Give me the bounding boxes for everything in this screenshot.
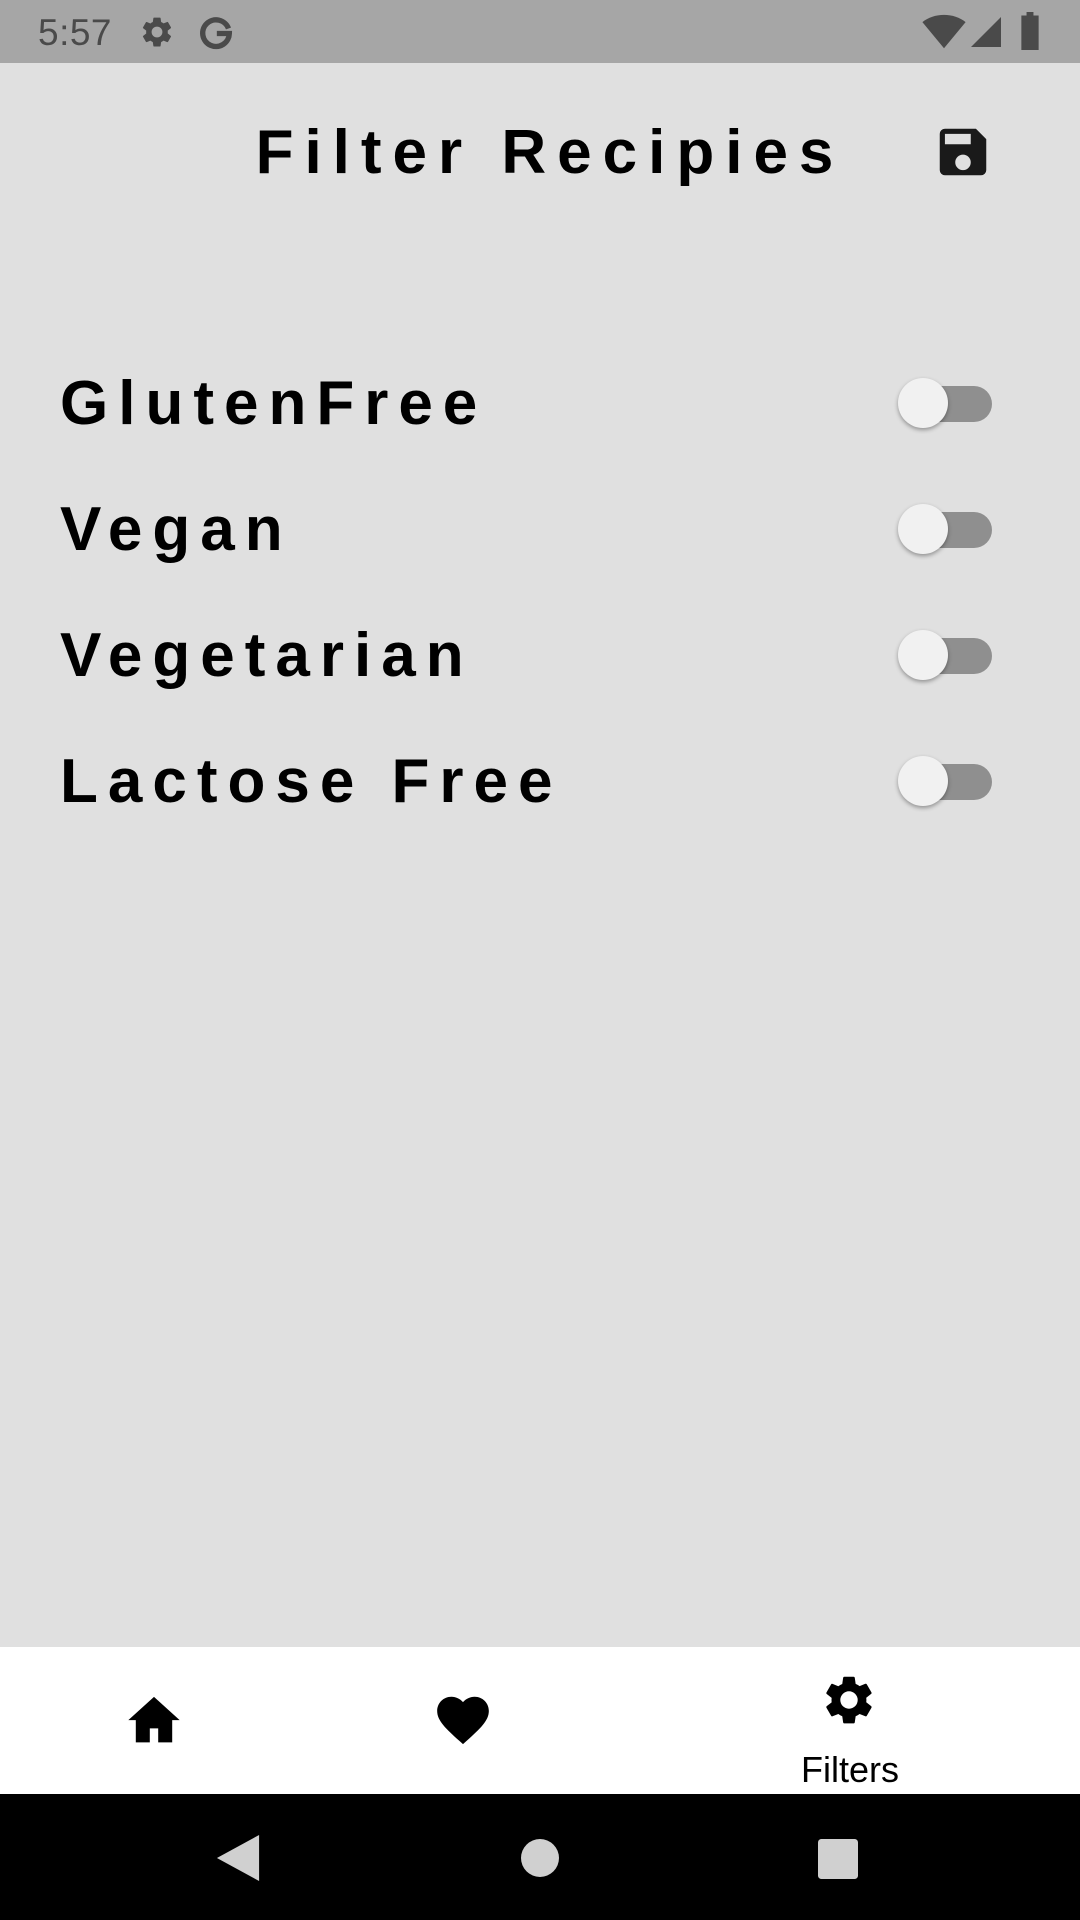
- filter-label: GlutenFree: [60, 369, 488, 438]
- toggle-thumb: [898, 504, 948, 554]
- bottom-navigation: Filters: [0, 1647, 1080, 1794]
- lactose-free-toggle[interactable]: [898, 753, 992, 809]
- nav-item-home[interactable]: [90, 1647, 220, 1794]
- gear-icon: [142, 17, 172, 47]
- home-icon: [128, 1696, 180, 1743]
- toggle-thumb: [898, 630, 948, 680]
- signal-icon: [971, 17, 1001, 47]
- status-time: 5:57: [38, 12, 113, 53]
- filter-label: Lactose Free: [60, 747, 563, 816]
- filter-label: Vegan: [60, 495, 293, 564]
- toggle-thumb: [898, 756, 948, 806]
- back-icon[interactable]: [216, 1835, 260, 1881]
- filter-row-vegetarian: Vegetarian: [0, 592, 1080, 718]
- home-circle-icon[interactable]: [521, 1839, 559, 1877]
- nav-item-filters[interactable]: Filters: [770, 1647, 930, 1794]
- nav-label-filters: Filters: [801, 1749, 899, 1790]
- gluten-free-toggle[interactable]: [898, 375, 992, 431]
- battery-icon: [1021, 12, 1039, 50]
- page-title: Filter Recipies: [255, 118, 845, 187]
- nav-item-favorites[interactable]: [398, 1647, 528, 1794]
- gear-icon: [826, 1676, 872, 1724]
- vegetarian-toggle[interactable]: [898, 627, 992, 683]
- filter-list: GlutenFree Vegan Vegetarian Lactose Free: [0, 340, 1080, 844]
- filter-row-gluten-free: GlutenFree: [0, 340, 1080, 466]
- google-g-icon: [200, 17, 233, 50]
- wifi-icon: [922, 14, 966, 49]
- vegan-toggle[interactable]: [898, 501, 992, 557]
- filter-row-lactose-free: Lactose Free: [0, 718, 1080, 844]
- save-icon[interactable]: [932, 121, 994, 183]
- toggle-thumb: [898, 378, 948, 428]
- status-bar: 5:57: [0, 0, 1080, 63]
- filter-label: Vegetarian: [60, 621, 474, 690]
- app-bar: Filter Recipies: [0, 63, 1080, 243]
- recents-icon[interactable]: [818, 1839, 858, 1879]
- heart-icon: [437, 1696, 489, 1745]
- filter-row-vegan: Vegan: [0, 466, 1080, 592]
- system-navigation-bar: [0, 1794, 1080, 1920]
